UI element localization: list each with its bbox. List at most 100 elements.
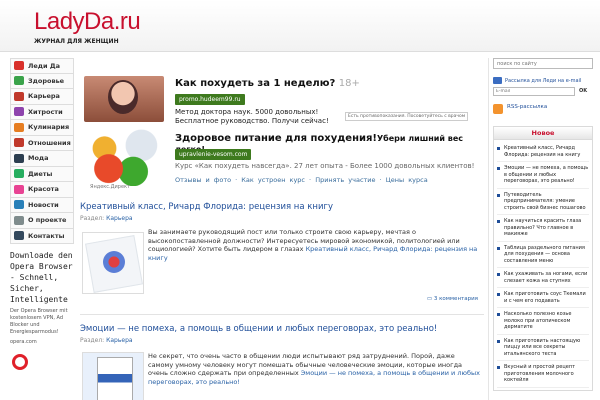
ad-1-desc-1: Метод доктора наук. 5000 довольных! (175, 108, 319, 116)
nav-item[interactable]: О проекте (10, 213, 74, 229)
ad-2-desc: Курс «Как похудеть навсегда». 27 лет опы… (175, 162, 475, 170)
post-2-title[interactable]: Эмоции — не помеха, а помощь в общении и… (80, 324, 484, 334)
nav-category-icon (14, 169, 24, 179)
opera-ad-domain[interactable]: opera.com (10, 339, 74, 346)
list-item-link[interactable]: Как приготовить настоящую пиццу или все … (504, 338, 589, 358)
nav-category-icon (14, 61, 24, 71)
nav-item-label: Кулинария (28, 123, 70, 132)
nav-item[interactable]: Контакты (10, 228, 74, 244)
list-item[interactable]: Как ухаживать за ногами, если слезает ко… (497, 268, 589, 288)
nav-item-label: Леди Да (28, 61, 61, 70)
list-item-link[interactable]: Эмоции — не помеха, а помощь в общении и… (504, 165, 589, 185)
nav-item-label: Отношения (28, 138, 71, 147)
site-logo[interactable]: LadyDa.ru (34, 8, 141, 36)
post-1-title[interactable]: Креативный класс, Ричард Флорида: реценз… (80, 202, 484, 212)
subscribe-row[interactable]: Рассылка для Леди на e-mail (493, 77, 593, 84)
list-item[interactable]: Как приготовить соус Ткемали и с чем его… (497, 288, 589, 308)
nav-item[interactable]: Диеты (10, 166, 74, 182)
nav-item-label: О проекте (28, 216, 67, 225)
list-item-link[interactable]: Вкусный и простой рецепт приготовления м… (504, 364, 589, 384)
nav-item[interactable]: Новости (10, 197, 74, 213)
column-divider (488, 58, 489, 400)
opera-logo-icon[interactable] (12, 354, 28, 370)
list-item[interactable]: Как приготовить настоящую пиццу или все … (497, 335, 589, 361)
nav-item-label: Хитрости (28, 107, 63, 116)
ad-1-title-text[interactable]: Как похудеть за 1 неделю? (175, 78, 335, 89)
nav-item[interactable]: Карьера (10, 89, 74, 105)
right-sidebar: Рассылка для Леди на e-mail OK RSS-рассы… (493, 58, 593, 391)
ad-1-age-badge: 18+ (338, 78, 360, 89)
ad-2-image[interactable] (84, 128, 166, 186)
post-1-category-link[interactable]: Карьера (106, 215, 132, 222)
ad-2-url[interactable]: upravlenie-vesom.com (175, 149, 252, 160)
ad-1-image[interactable] (84, 76, 164, 122)
email-ok-button[interactable]: OK (579, 87, 587, 96)
ad-1-warning: Есть противопоказания. Посоветуйтесь с в… (345, 112, 469, 121)
rss-label[interactable]: RSS-рассылка (507, 104, 547, 110)
post-1-comments-text[interactable]: 3 комментария (434, 296, 478, 302)
post-1-comments-link[interactable]: ▭ 3 комментария (427, 296, 478, 302)
list-item[interactable]: Креативный класс, Ричард Флорида: реценз… (497, 142, 589, 162)
list-item-link[interactable]: Как приготовить соус Ткемали и с чем его… (504, 291, 589, 304)
nav-item-label: Мода (28, 154, 49, 163)
post-2: Эмоции — не помеха, а помощь в общении и… (80, 324, 484, 400)
bullet-icon (497, 366, 500, 369)
bullet-icon (497, 147, 500, 150)
bullet-icon (497, 220, 500, 223)
nav-category-icon (14, 76, 24, 86)
email-field[interactable] (493, 87, 575, 96)
nav-item[interactable]: Отношения (10, 135, 74, 151)
opera-ad[interactable]: Downloade den Opera Browser - Schnell, S… (10, 250, 74, 400)
yandex-direct-label[interactable]: Яндекс.Директ (90, 184, 130, 190)
list-item[interactable]: Эмоции — не помеха, а помощь в общении и… (497, 162, 589, 189)
nav-item[interactable]: Хитрости (10, 104, 74, 120)
bullet-icon (497, 339, 500, 343)
list-item[interactable]: Как научиться красить глаза правильно? Ч… (497, 215, 589, 242)
new-posts-list: Креативный класс, Ричард Флорида: реценз… (494, 140, 592, 390)
nav-item-label: Карьера (28, 92, 60, 101)
ad-1-title[interactable]: Как похудеть за 1 неделю? 18+ (175, 78, 360, 89)
nav-category-icon (14, 91, 24, 101)
post-2-image[interactable] (82, 352, 144, 400)
search-input[interactable] (493, 58, 593, 69)
list-item[interactable]: Вкусный и простой рецепт приготовления м… (497, 361, 589, 388)
rss-icon[interactable] (493, 104, 503, 114)
bullet-icon (497, 293, 500, 296)
list-item-link[interactable]: Креативный класс, Ричард Флорида: реценз… (504, 145, 589, 158)
bullet-icon (497, 273, 500, 276)
nav-item-label: Здоровье (28, 76, 65, 85)
ad-1-url[interactable]: promo.hudeem99.ru (175, 94, 245, 105)
email-row: OK (493, 87, 593, 96)
nav-category-icon (14, 153, 24, 163)
post-2-meta-label: Раздел: (80, 337, 105, 344)
nav-item[interactable]: Красота (10, 182, 74, 198)
post-1-image[interactable] (82, 232, 144, 294)
nav-category-icon (14, 107, 24, 117)
site-tagline: ЖУРНАЛ ДЛЯ ЖЕНЩИН (34, 38, 119, 45)
ad-2-links[interactable]: Отзывы и фото · Как устроен курс · Приня… (175, 176, 428, 184)
nav-item[interactable]: Здоровье (10, 73, 74, 89)
nav-item-label: Контакты (28, 231, 65, 240)
list-item-link[interactable]: Как научиться красить глаза правильно? Ч… (504, 218, 589, 238)
bullet-icon (497, 246, 500, 250)
list-item-link[interactable]: Насколько полезно козье молоко при атопи… (504, 311, 589, 331)
rss-row[interactable]: RSS-рассылка (493, 104, 593, 114)
bullet-icon (497, 313, 500, 316)
list-item-link[interactable]: Путеводитель предпринимателя: умение стр… (504, 192, 589, 212)
nav-item[interactable]: Кулинария (10, 120, 74, 136)
post-2-category-link[interactable]: Карьера (106, 337, 132, 344)
site-header: LadyDa.ru ЖУРНАЛ ДЛЯ ЖЕНЩИН (0, 0, 600, 52)
main-nav: Леди Да Здоровье Карьера Хитрости Кулинария О… (10, 58, 74, 244)
opera-ad-text: Der Opera Browser mit kostenlosem VPN, A… (10, 308, 68, 335)
new-posts-box: Новое Креативный класс, Ричард Флорида: … (493, 126, 593, 391)
list-item-link[interactable]: Как ухаживать за ногами, если слезает ко… (504, 271, 589, 284)
nav-item[interactable]: Мода (10, 151, 74, 167)
list-item[interactable]: Таблица раздельного питания для похудени… (497, 242, 589, 268)
subscribe-label[interactable]: Рассылка для Леди на e-mail (505, 78, 581, 84)
ad-2-title-text[interactable]: Здоровое питание для похудения! (175, 133, 377, 144)
list-item-link[interactable]: Таблица раздельного питания для похудени… (504, 245, 589, 265)
nav-item[interactable]: Леди Да (10, 58, 74, 74)
list-item[interactable]: Путеводитель предпринимателя: умение стр… (497, 189, 589, 215)
opera-ad-headline[interactable]: Downloade den Opera Browser - Schnell, S… (10, 250, 74, 305)
list-item[interactable]: Насколько полезно козье молоко при атопи… (497, 308, 589, 335)
